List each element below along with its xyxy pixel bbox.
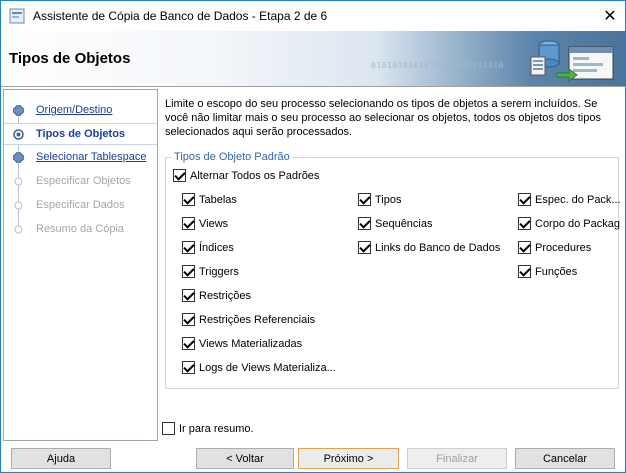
- checkbox-box[interactable]: [173, 169, 186, 182]
- help-button[interactable]: Ajuda: [11, 448, 111, 469]
- checkbox-label: Funções: [535, 265, 578, 278]
- database-copy-icon: [530, 40, 614, 82]
- go-to-summary-checkbox[interactable]: Ir para resumo.: [162, 422, 254, 435]
- checkbox-box[interactable]: [182, 313, 195, 326]
- checkbox-label: Triggers: [199, 265, 239, 278]
- checkbox-label: Espec. do Pack...: [535, 193, 621, 206]
- checkbox-label: Tabelas: [199, 193, 237, 206]
- step-pending-icon: [14, 201, 23, 210]
- checkbox-label: Tipos: [375, 193, 402, 206]
- nav-item-resumo-da-copia: Resumo da Cópia: [4, 219, 157, 241]
- nav-item-tipos-de-objetos[interactable]: Tipos de Objetos: [4, 123, 157, 145]
- group-legend: Tipos de Objeto Padrão: [172, 151, 292, 163]
- header-banner: Tipos de Objetos 01010101010101010101010…: [1, 31, 625, 86]
- checkbox-procedures[interactable]: Procedures: [518, 241, 591, 254]
- next-button[interactable]: Próximo >: [298, 448, 399, 469]
- checkbox-views-materializadas[interactable]: Views Materializadas: [182, 337, 302, 350]
- checkbox-box[interactable]: [182, 289, 195, 302]
- checkbox-views[interactable]: Views: [182, 217, 228, 230]
- page-title: Tipos de Objetos: [9, 50, 131, 67]
- wizard-steps-nav: Origem/Destino Tipos de Objetos Selecion…: [3, 89, 158, 441]
- nav-item-label: Origem/Destino: [36, 104, 113, 116]
- checkbox-box[interactable]: [358, 193, 371, 206]
- wizard-window: Assistente de Cópia de Banco de Dados - …: [0, 0, 626, 473]
- checkbox-box[interactable]: [182, 265, 195, 278]
- checkbox-box[interactable]: [358, 217, 371, 230]
- nav-item-label: Especificar Dados: [36, 199, 125, 211]
- checkbox-label: Restrições Referenciais: [199, 313, 316, 326]
- step-current-icon: [13, 129, 24, 140]
- checkbox-sequencias[interactable]: Sequências: [358, 217, 433, 230]
- checkbox-tabelas[interactable]: Tabelas: [182, 193, 237, 206]
- checkbox-box[interactable]: [182, 193, 195, 206]
- checkbox-label: Alternar Todos os Padrões: [190, 169, 320, 182]
- nav-item-label: Tipos de Objetos: [36, 128, 126, 140]
- checkbox-box[interactable]: [518, 241, 531, 254]
- checkbox-label: Procedures: [535, 241, 592, 254]
- banner-divider: [1, 86, 625, 87]
- checkbox-label: Corpo do Packag: [535, 217, 620, 230]
- window-title: Assistente de Cópia de Banco de Dados - …: [33, 9, 328, 23]
- object-types-group: Tipos de Objeto Padrão Alternar Todos os…: [165, 151, 621, 389]
- binary-decoration: 0101010101010101010101010: [371, 61, 504, 70]
- nav-item-especificar-dados: Especificar Dados: [4, 195, 157, 217]
- checkbox-espec-package[interactable]: Espec. do Pack...: [518, 193, 621, 206]
- checkbox-label: Restrições: [199, 289, 251, 302]
- step-content: Limite o escopo do seu processo selecion…: [161, 89, 623, 441]
- checkbox-label: Links do Banco de Dados: [375, 241, 501, 254]
- nav-item-selecionar-tablespace[interactable]: Selecionar Tablespace: [4, 147, 157, 169]
- checkbox-label: Sequências: [375, 217, 433, 230]
- checkbox-indices[interactable]: Índices: [182, 241, 234, 254]
- app-icon: [9, 8, 25, 24]
- checkbox-box[interactable]: [518, 193, 531, 206]
- checkbox-label: Views Materializadas: [199, 337, 303, 350]
- checkbox-restricoes-referenciais[interactable]: Restrições Referenciais: [182, 313, 315, 326]
- checkbox-triggers[interactable]: Triggers: [182, 265, 239, 278]
- nav-item-label: Especificar Objetos: [36, 175, 131, 187]
- back-button[interactable]: < Voltar: [196, 448, 294, 469]
- nav-item-label: Resumo da Cópia: [36, 223, 125, 235]
- checkbox-box[interactable]: [182, 337, 195, 350]
- toggle-all-checkbox[interactable]: Alternar Todos os Padrões: [173, 169, 319, 182]
- intro-text: Limite o escopo do seu processo selecion…: [165, 98, 601, 138]
- checkbox-label: Ir para resumo.: [179, 422, 254, 435]
- checkbox-label: Logs de Views Materializa...: [199, 361, 336, 374]
- checkbox-tipos[interactable]: Tipos: [358, 193, 402, 206]
- step-pending-icon: [14, 225, 23, 234]
- checkbox-restricoes[interactable]: Restrições: [182, 289, 251, 302]
- checkbox-label: Views: [199, 217, 229, 230]
- checkbox-links-banco-de-dados[interactable]: Links do Banco de Dados: [358, 241, 500, 254]
- step-done-icon: [13, 105, 24, 116]
- checkbox-logs-views-materializadas[interactable]: Logs de Views Materializa...: [182, 361, 336, 374]
- checkbox-box[interactable]: [358, 241, 371, 254]
- checkbox-box[interactable]: [518, 265, 531, 278]
- checkbox-corpo-package[interactable]: Corpo do Packag: [518, 217, 620, 230]
- checkbox-box[interactable]: [162, 422, 175, 435]
- step-pending-icon: [14, 177, 23, 186]
- checkbox-funcoes[interactable]: Funções: [518, 265, 577, 278]
- checkbox-box[interactable]: [182, 217, 195, 230]
- cancel-button[interactable]: Cancelar: [515, 448, 615, 469]
- nav-item-origem-destino[interactable]: Origem/Destino: [4, 100, 157, 122]
- nav-item-label: Selecionar Tablespace: [36, 151, 147, 163]
- finish-button[interactable]: Finalizar: [407, 448, 507, 469]
- checkbox-box[interactable]: [518, 217, 531, 230]
- checkbox-label: Índices: [199, 241, 234, 254]
- checkbox-box[interactable]: [182, 361, 195, 374]
- step-done-icon: [13, 152, 24, 163]
- close-icon[interactable]: ✕: [595, 1, 625, 31]
- title-bar: Assistente de Cópia de Banco de Dados - …: [1, 1, 625, 31]
- nav-item-especificar-objetos: Especificar Objetos: [4, 171, 157, 193]
- checkbox-box[interactable]: [182, 241, 195, 254]
